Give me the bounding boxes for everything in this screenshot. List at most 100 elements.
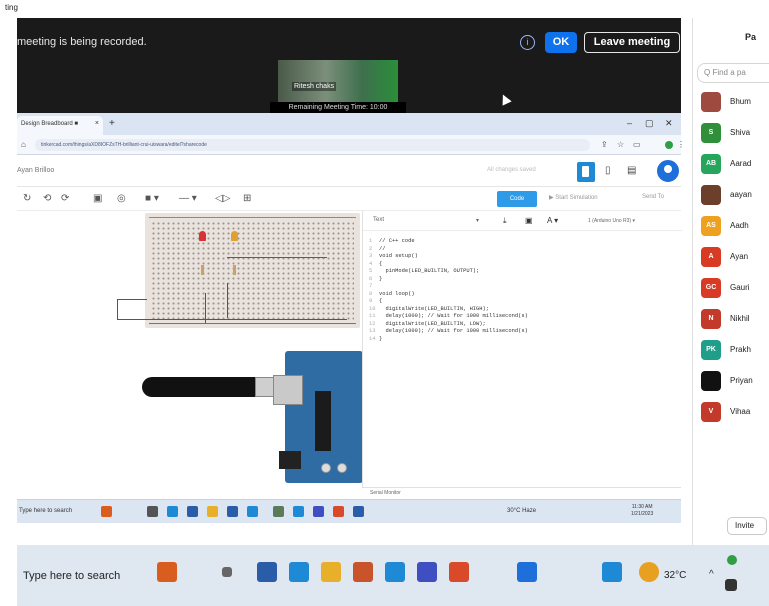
resistor[interactable] bbox=[201, 265, 204, 275]
browser-menu-icon[interactable]: ⋮ bbox=[677, 140, 685, 149]
weather-icon[interactable] bbox=[639, 562, 659, 582]
code-mode-select[interactable]: Text bbox=[373, 217, 384, 223]
system-clock[interactable]: 11:30 AM 1/21/2023 bbox=[631, 504, 653, 518]
code-line[interactable]: 6} bbox=[369, 276, 669, 284]
browser-tab[interactable]: Design Breadboard ■ × bbox=[17, 116, 103, 135]
status-icon[interactable] bbox=[727, 555, 737, 565]
code-line[interactable]: 8 void loop() bbox=[369, 291, 669, 299]
code-line[interactable]: 9{ bbox=[369, 298, 669, 306]
notes-icon[interactable]: ▣ bbox=[93, 193, 102, 204]
participant-item[interactable]: Bhum bbox=[701, 92, 769, 112]
file-explorer-icon[interactable] bbox=[321, 562, 341, 582]
participant-item[interactable]: GC Gauri bbox=[701, 278, 769, 298]
weather-widget-icon[interactable] bbox=[101, 506, 112, 517]
app-icon[interactable] bbox=[353, 562, 373, 582]
store-icon[interactable] bbox=[227, 506, 238, 517]
circuit-canvas[interactable] bbox=[17, 211, 363, 487]
tab-close-icon[interactable]: × bbox=[95, 120, 99, 127]
edge-icon[interactable] bbox=[167, 506, 178, 517]
redo-icon[interactable]: ⟳ bbox=[61, 193, 69, 204]
circuit-view-icon[interactable] bbox=[577, 162, 595, 182]
download-icon[interactable]: ⤓ bbox=[503, 216, 507, 226]
undo-icon[interactable]: ⟲ bbox=[43, 193, 51, 204]
zoom-app-icon[interactable] bbox=[273, 506, 284, 517]
user-avatar[interactable] bbox=[657, 160, 679, 182]
code-line[interactable]: 11 delay(1000); // Wait for 1000 millise… bbox=[369, 313, 669, 321]
code-line[interactable]: 1 // C++ code bbox=[369, 238, 669, 246]
zoom-app-icon[interactable] bbox=[517, 562, 537, 582]
color-picker-icon[interactable]: ■ ▾ bbox=[145, 193, 159, 204]
code-line[interactable]: 13 delay(1000); // Wait for 1000 millise… bbox=[369, 328, 669, 336]
find-participant-input[interactable]: Q Find a pa bbox=[697, 63, 769, 83]
app-icon[interactable] bbox=[353, 506, 364, 517]
app-icon[interactable] bbox=[257, 562, 277, 582]
code-line[interactable]: 12 digitalWrite(LED_BUILTIN, LOW); bbox=[369, 321, 669, 329]
outer-weather-text[interactable]: 32°C bbox=[664, 570, 686, 581]
code-button[interactable]: Code bbox=[497, 191, 537, 207]
invite-button[interactable]: Invite bbox=[727, 517, 767, 535]
code-line[interactable]: 14} bbox=[369, 336, 669, 344]
code-line[interactable]: 2 // bbox=[369, 246, 669, 254]
library-icon[interactable]: A ▾ bbox=[547, 216, 558, 225]
speaker-video-thumbnail[interactable]: Ritesh chaks bbox=[278, 60, 398, 106]
file-explorer-icon[interactable] bbox=[207, 506, 218, 517]
teams-icon[interactable] bbox=[417, 562, 437, 582]
url-field[interactable]: tinkercad.com/things/aXD8IOFZsTH-brillia… bbox=[35, 139, 590, 151]
chevron-down-icon[interactable]: ▾ bbox=[476, 217, 479, 224]
task-view-icon[interactable] bbox=[147, 506, 158, 517]
more-tools-icon[interactable]: ⊞ bbox=[243, 193, 251, 204]
wire[interactable] bbox=[117, 299, 147, 300]
info-icon[interactable]: i bbox=[520, 35, 535, 50]
participant-item[interactable]: Priyan bbox=[701, 371, 769, 391]
mirror-icon[interactable]: ◁▷ bbox=[215, 193, 230, 204]
wire[interactable] bbox=[117, 319, 347, 320]
hide-icon[interactable]: ◎ bbox=[117, 193, 126, 204]
arduino-uno-board[interactable] bbox=[273, 351, 363, 483]
line-style-icon[interactable]: — ▾ bbox=[179, 193, 197, 204]
yellow-led[interactable] bbox=[231, 231, 238, 241]
weather-widget-icon[interactable] bbox=[157, 562, 177, 582]
participant-item[interactable]: N Nikhil bbox=[701, 309, 769, 329]
wire[interactable] bbox=[227, 283, 228, 318]
inner-search-box[interactable]: Type here to search bbox=[19, 508, 72, 514]
schematic-view-icon[interactable]: ▤ bbox=[627, 165, 636, 176]
extension-icon[interactable]: ▭ bbox=[633, 140, 641, 149]
send-to-button[interactable]: Send To bbox=[642, 194, 664, 200]
new-tab-button[interactable]: + bbox=[109, 118, 115, 129]
weather-text[interactable]: 30°C Haze bbox=[507, 508, 536, 514]
participant-item[interactable]: AB Aarad bbox=[701, 154, 769, 174]
start-simulation-button[interactable]: ▶ Start Simulation bbox=[549, 194, 598, 201]
serial-monitor-bar[interactable]: Serial Monitor bbox=[362, 487, 681, 499]
resistor[interactable] bbox=[233, 265, 236, 275]
profile-icon[interactable] bbox=[665, 141, 673, 149]
red-led[interactable] bbox=[199, 231, 206, 241]
list-view-icon[interactable]: ▯ bbox=[605, 165, 611, 176]
rotate-icon[interactable]: ↻ bbox=[23, 193, 31, 204]
app-icon[interactable] bbox=[602, 562, 622, 582]
participant-item[interactable]: V Vihaa bbox=[701, 402, 769, 422]
app-icon[interactable] bbox=[187, 506, 198, 517]
maximize-button[interactable]: ▢ bbox=[645, 118, 654, 129]
upload-icon[interactable]: ▣ bbox=[525, 216, 533, 225]
share-icon[interactable]: ⇪ bbox=[601, 140, 608, 149]
chrome-icon[interactable] bbox=[449, 562, 469, 582]
chevron-up-icon[interactable]: ^ bbox=[709, 569, 714, 580]
code-line[interactable]: 4{ bbox=[369, 261, 669, 269]
leave-meeting-button[interactable]: Leave meeting bbox=[584, 32, 680, 53]
tray-icon[interactable] bbox=[725, 579, 737, 591]
participant-item[interactable]: aayan bbox=[701, 185, 769, 205]
participant-item[interactable]: AS Aadh bbox=[701, 216, 769, 236]
code-line[interactable]: 10 digitalWrite(LED_BUILTIN, HIGH); bbox=[369, 306, 669, 314]
wire[interactable] bbox=[227, 257, 327, 258]
code-line[interactable]: 7 bbox=[369, 283, 669, 291]
teams-icon[interactable] bbox=[313, 506, 324, 517]
app-icon[interactable] bbox=[293, 506, 304, 517]
project-name[interactable]: Ayan Brilloo bbox=[17, 167, 54, 174]
code-area[interactable]: 1// C++ code 2//3 void setup() 4{5 pinMode(… bbox=[369, 238, 669, 343]
breadboard[interactable] bbox=[145, 213, 360, 328]
board-selector[interactable]: 1 (Arduino Uno R3) ▾ bbox=[588, 218, 635, 224]
close-window-button[interactable]: ✕ bbox=[665, 118, 673, 129]
chrome-icon[interactable] bbox=[333, 506, 344, 517]
bookmark-star-icon[interactable]: ☆ bbox=[617, 140, 624, 149]
participant-item[interactable]: A Ayan bbox=[701, 247, 769, 267]
